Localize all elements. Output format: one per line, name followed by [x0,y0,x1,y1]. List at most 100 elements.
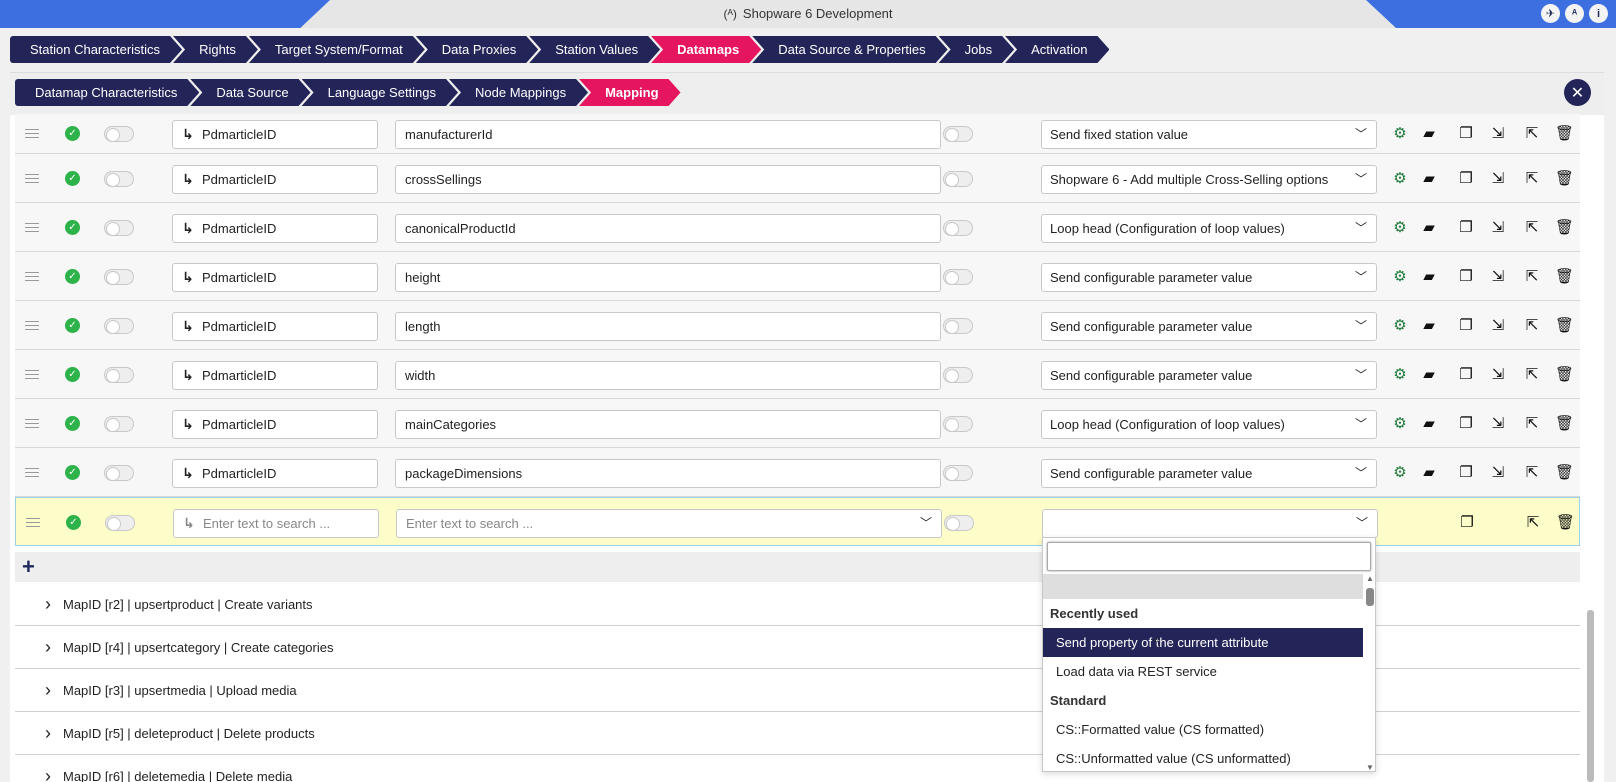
note-icon[interactable]: ▰ [1420,268,1438,286]
import-icon[interactable]: ⇱ [1523,464,1541,482]
note-icon[interactable]: ▰ [1420,415,1438,433]
import-icon[interactable]: ⇱ [1523,268,1541,286]
copy-icon[interactable]: ❐ [1457,219,1475,237]
option-toggle[interactable] [943,219,973,236]
method-select[interactable]: Send configurable parameter value ﹀ [1041,311,1377,341]
nav-tab-language-settings[interactable]: Language Settings [302,79,458,106]
chevron-down-icon[interactable]: ﹀ [1355,411,1367,438]
import-icon[interactable]: ⇱ [1523,415,1541,433]
source-field[interactable]: ↳ PdmarticleID [172,164,378,194]
target-field[interactable]: length [395,311,941,341]
option-toggle[interactable] [943,170,973,187]
dropdown-scrollbar[interactable]: ▲ ▼ [1365,574,1375,772]
chevron-down-icon[interactable]: ﹀ [1355,264,1367,291]
target-field[interactable]: manufacturerId [395,120,941,149]
export-icon[interactable]: ⇲ [1489,125,1507,143]
copy-icon[interactable]: ❐ [1457,317,1475,335]
chevron-down-icon[interactable]: ﹀ [1356,510,1368,537]
nav-tab-data-source-properties[interactable]: Data Source & Properties [752,36,947,63]
target-field[interactable]: canonicalProductId [395,213,941,243]
source-field[interactable]: ↳ PdmarticleID [172,360,378,390]
active-toggle[interactable] [104,219,134,236]
gear-icon[interactable]: ⚙ [1391,268,1409,286]
method-select[interactable]: Send configurable parameter value ﹀ [1041,458,1377,488]
option-toggle[interactable] [944,514,974,531]
export-icon[interactable]: ⇲ [1489,366,1507,384]
target-field[interactable]: width [395,360,941,390]
method-select[interactable]: Send configurable parameter value ﹀ [1041,262,1377,292]
import-icon[interactable]: ⇱ [1523,317,1541,335]
copy-icon[interactable]: ❐ [1457,268,1475,286]
nav-tab-datamaps[interactable]: Datamaps [651,36,761,63]
source-field[interactable]: ↳ PdmarticleID [172,120,378,149]
dropdown-option[interactable]: CS::Unformatted value (CS unformatted) [1043,744,1363,772]
delete-icon[interactable]: 🗑 [1555,317,1574,335]
dropdown-empty-option[interactable] [1043,574,1363,599]
method-select[interactable]: Loop head (Configuration of loop values)… [1041,409,1377,439]
nav-tab-node-mappings[interactable]: Node Mappings [449,79,588,106]
dropdown-option[interactable]: Send property of the current attribute [1043,628,1363,657]
drag-handle-icon[interactable] [25,222,39,232]
method-select[interactable]: Shopware 6 - Add multiple Cross-Selling … [1041,164,1377,194]
drag-handle-icon[interactable] [25,271,39,281]
note-icon[interactable]: ▰ [1420,125,1438,143]
method-select[interactable]: Send fixed station value ﹀ [1041,120,1377,149]
info-icon[interactable]: i [1589,4,1608,23]
dropdown-search-input[interactable] [1047,542,1371,571]
export-icon[interactable]: ⇲ [1489,268,1507,286]
option-toggle[interactable] [943,126,973,142]
gear-icon[interactable]: ⚙ [1391,170,1409,188]
nav-tab-data-proxies[interactable]: Data Proxies [416,36,538,63]
delete-icon[interactable]: 🗑 [1555,268,1574,286]
source-field[interactable]: ↳ PdmarticleID [172,458,378,488]
gear-icon[interactable]: ⚙ [1391,219,1409,237]
note-icon[interactable]: ▰ [1420,317,1438,335]
note-icon[interactable]: ▰ [1420,219,1438,237]
delete-icon[interactable]: 🗑 [1555,170,1574,188]
active-toggle[interactable] [104,126,134,142]
export-icon[interactable]: ⇲ [1489,219,1507,237]
close-button[interactable]: ✕ [1564,79,1591,106]
source-field[interactable]: ↳ PdmarticleID [172,409,378,439]
chevron-right-icon[interactable]: › [45,712,51,755]
copy-icon[interactable]: ❐ [1457,125,1475,143]
chevron-right-icon[interactable]: › [45,626,51,669]
method-select[interactable]: ﹀ [1042,508,1378,538]
copy-icon[interactable]: ❐ [1457,464,1475,482]
drag-handle-icon[interactable] [25,418,39,428]
copy-icon[interactable]: ❐ [1457,170,1475,188]
nav-tab-target-system-format[interactable]: Target System/Format [249,36,425,63]
note-icon[interactable]: ▰ [1420,366,1438,384]
import-icon[interactable]: ⇱ [1523,219,1541,237]
delete-icon[interactable]: 🗑 [1555,415,1574,433]
delete-icon[interactable]: 🗑 [1555,219,1574,237]
note-icon[interactable]: ▰ [1420,170,1438,188]
copy-icon[interactable]: ❐ [1458,514,1476,532]
option-toggle[interactable] [943,366,973,383]
gear-icon[interactable]: ⚙ [1391,317,1409,335]
chevron-down-icon[interactable]: ﹀ [1355,166,1367,193]
chevron-down-icon[interactable]: ﹀ [1355,362,1367,389]
target-field[interactable]: Enter text to search ... ﹀ [396,508,942,538]
scrollbar-thumb[interactable] [1366,588,1374,606]
chevron-right-icon[interactable]: › [45,755,51,782]
import-icon[interactable]: ⇱ [1523,170,1541,188]
target-field[interactable]: crossSellings [395,164,941,194]
import-icon[interactable]: ⇱ [1523,125,1541,143]
drag-handle-icon[interactable] [25,129,39,138]
nav-tab-station-characteristics[interactable]: Station Characteristics [10,36,182,63]
delete-icon[interactable]: 🗑 [1556,514,1575,532]
gear-icon[interactable]: ⚙ [1391,415,1409,433]
chevron-down-icon[interactable]: ﹀ [1355,121,1367,148]
delete-icon[interactable]: 🗑 [1555,464,1574,482]
nav-tab-station-values[interactable]: Station Values [529,36,660,63]
active-toggle[interactable] [104,317,134,334]
nav-tab-mapping[interactable]: Mapping [579,79,680,106]
drag-handle-icon[interactable] [25,320,39,330]
chevron-down-icon[interactable]: ﹀ [920,510,932,537]
airplane-icon[interactable]: ✈ [1541,4,1560,23]
delete-icon[interactable]: 🗑 [1555,366,1574,384]
option-toggle[interactable] [943,317,973,334]
import-icon[interactable]: ⇱ [1524,514,1542,532]
drag-handle-icon[interactable] [25,369,39,379]
